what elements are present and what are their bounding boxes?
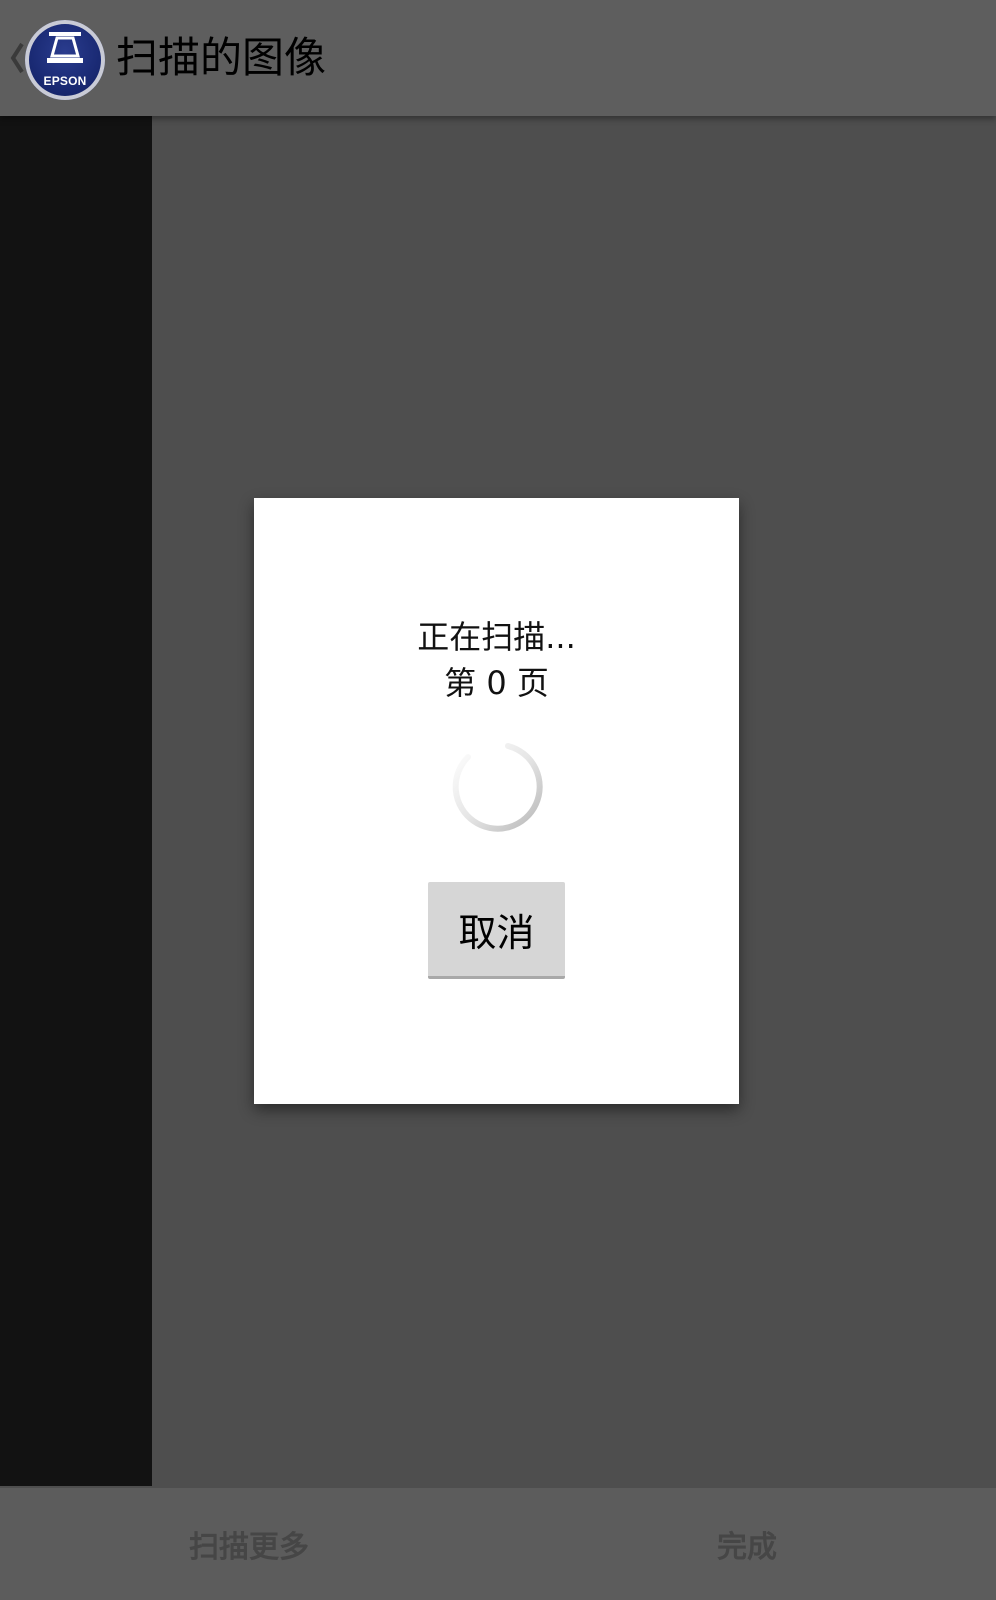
loading-spinner-icon bbox=[452, 743, 543, 832]
bottom-action-bar: 扫描更多 完成 bbox=[0, 1488, 996, 1600]
scan-more-button[interactable]: 扫描更多 bbox=[0, 1488, 498, 1600]
scanning-status-text: 正在扫描... bbox=[417, 618, 576, 656]
page-title: 扫描的图像 bbox=[116, 33, 327, 82]
page-count-text: 第 0 页 bbox=[444, 664, 549, 702]
top-app-bar: EPSON 扫描的图像 bbox=[0, 0, 996, 116]
dialog-message: 正在扫描... 第 0 页 bbox=[254, 614, 739, 706]
logo-brand-text: EPSON bbox=[43, 74, 87, 88]
epson-app-logo[interactable]: EPSON bbox=[25, 20, 105, 100]
cancel-button[interactable]: 取消 bbox=[428, 882, 565, 979]
done-button[interactable]: 完成 bbox=[498, 1488, 996, 1600]
scanning-progress-dialog: 正在扫描... 第 0 页 取消 bbox=[254, 498, 739, 1104]
scanner-icon bbox=[47, 32, 83, 63]
thumbnail-panel bbox=[0, 116, 152, 1486]
